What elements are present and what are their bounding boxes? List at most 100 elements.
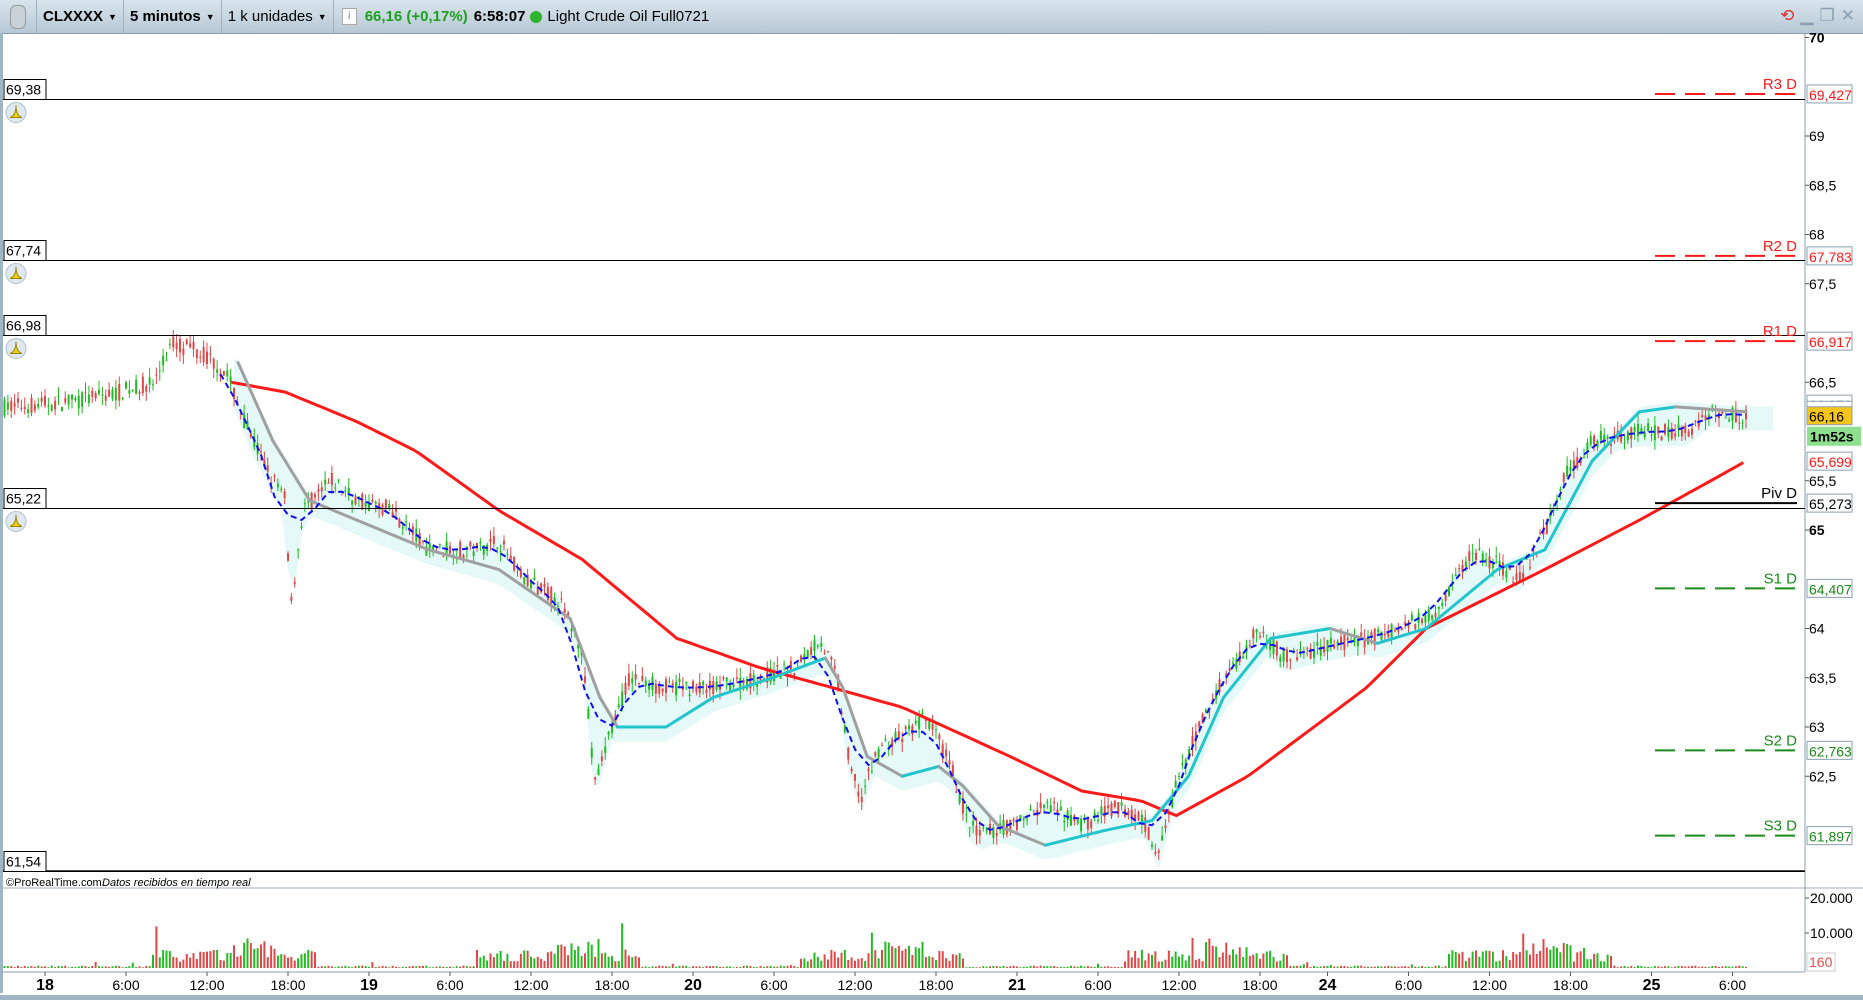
candle-body bbox=[1329, 637, 1332, 644]
candle-body bbox=[752, 674, 755, 682]
candle-body bbox=[688, 694, 691, 697]
candle-body bbox=[806, 650, 809, 658]
candle-body bbox=[141, 376, 144, 394]
candle-body bbox=[179, 338, 181, 353]
candle-body bbox=[1016, 822, 1018, 830]
price-tick-label: 68 bbox=[1809, 227, 1825, 243]
pivot-name: R1 D bbox=[1763, 323, 1797, 340]
candle-body bbox=[1424, 615, 1427, 623]
candle-body bbox=[1667, 426, 1670, 438]
candle-body bbox=[37, 403, 40, 408]
candle-body bbox=[1272, 639, 1275, 654]
candle-body bbox=[118, 383, 121, 401]
candle-body bbox=[64, 398, 67, 403]
candle-body bbox=[1076, 819, 1079, 824]
candle-body bbox=[600, 756, 603, 761]
candle-body bbox=[54, 400, 57, 410]
candle-body bbox=[1566, 465, 1569, 477]
candle-body bbox=[155, 374, 158, 376]
time-tick-label: 12:00 bbox=[837, 977, 872, 993]
candle-body bbox=[884, 738, 887, 740]
candle-body bbox=[337, 479, 340, 481]
candle-body bbox=[1657, 427, 1660, 434]
candle-body bbox=[60, 407, 63, 412]
candle-body bbox=[584, 676, 586, 683]
candle-body bbox=[168, 343, 171, 345]
candle-body bbox=[165, 359, 168, 361]
candle-body bbox=[634, 674, 637, 680]
candle-body bbox=[233, 387, 235, 400]
time-tick-label: 6:00 bbox=[1395, 977, 1422, 993]
price-tick-label: 63 bbox=[1809, 719, 1825, 735]
candle-body bbox=[334, 487, 337, 489]
candle-body bbox=[627, 673, 630, 686]
candle-body bbox=[965, 814, 968, 816]
candle-body bbox=[1606, 436, 1609, 439]
pivot-name: S1 D bbox=[1764, 570, 1798, 587]
candle-body bbox=[506, 553, 509, 555]
candle-body bbox=[101, 394, 104, 396]
alert-label: 65,22 bbox=[6, 491, 41, 507]
candle-body bbox=[557, 606, 559, 608]
candle-body bbox=[1707, 414, 1710, 418]
candle-body bbox=[813, 640, 816, 651]
candle-body bbox=[1610, 444, 1612, 446]
candle-body bbox=[1444, 593, 1447, 601]
price-marker: 66,16 bbox=[1809, 409, 1844, 425]
candle-body bbox=[995, 833, 998, 836]
bottom-tabs-bar bbox=[0, 995, 1863, 1000]
candle-body bbox=[77, 395, 80, 409]
candle-body bbox=[303, 503, 306, 505]
candle-body bbox=[74, 398, 77, 401]
candle-body bbox=[50, 405, 53, 411]
candle-body bbox=[685, 681, 688, 684]
candle-body bbox=[725, 677, 728, 682]
time-tick-label: 25 bbox=[1643, 977, 1661, 994]
candle-body bbox=[449, 546, 451, 554]
candle-body bbox=[735, 677, 738, 679]
candle-body bbox=[921, 712, 924, 715]
time-tick-label: 6:00 bbox=[1084, 977, 1111, 993]
candle-body bbox=[135, 379, 138, 394]
candle-body bbox=[908, 725, 910, 730]
candle-body bbox=[1259, 636, 1261, 638]
candle-body bbox=[928, 721, 931, 729]
price-tick-label: 66,5 bbox=[1809, 374, 1836, 390]
candle-body bbox=[843, 725, 846, 733]
candle-body bbox=[675, 681, 678, 696]
candle-body bbox=[1154, 852, 1157, 854]
candle-body bbox=[587, 708, 590, 719]
pivot-price: 67,783 bbox=[1809, 249, 1852, 265]
candle-body bbox=[692, 681, 694, 688]
time-tick-label: 6:00 bbox=[760, 977, 787, 993]
candle-body bbox=[199, 356, 202, 358]
candle-body bbox=[1383, 633, 1386, 636]
candle-body bbox=[641, 675, 644, 681]
candle-body bbox=[1677, 424, 1680, 429]
candle-body bbox=[1448, 587, 1450, 596]
candle-body bbox=[209, 353, 212, 355]
candle-body bbox=[732, 684, 735, 687]
candle-body bbox=[1674, 433, 1677, 437]
candle-body bbox=[705, 689, 708, 693]
candle-body bbox=[462, 554, 465, 558]
time-tick-label: 18:00 bbox=[1242, 977, 1277, 993]
candle-body bbox=[324, 479, 327, 485]
candle-body bbox=[668, 680, 671, 682]
price-chart[interactable]: 69,38 67,74 66,98 65,22 61,54 R3 D R2 D R1 D Piv… bbox=[0, 0, 1863, 1000]
candle-body bbox=[1039, 802, 1042, 809]
volume-current: 160 bbox=[1809, 954, 1833, 970]
candle-body bbox=[1529, 567, 1531, 569]
candle-body bbox=[678, 678, 681, 683]
candle-body bbox=[300, 526, 303, 528]
pivot-name: Piv D bbox=[1761, 485, 1797, 502]
candle-body bbox=[638, 682, 640, 684]
candle-body bbox=[320, 487, 323, 492]
candle-body bbox=[1070, 814, 1072, 826]
volume-tick-label: 10.000 bbox=[1810, 925, 1853, 941]
candle-body bbox=[1279, 656, 1282, 662]
candle-body bbox=[800, 655, 802, 663]
candle-body bbox=[658, 685, 661, 694]
candle-body bbox=[1377, 629, 1380, 633]
candle-body bbox=[708, 680, 711, 690]
